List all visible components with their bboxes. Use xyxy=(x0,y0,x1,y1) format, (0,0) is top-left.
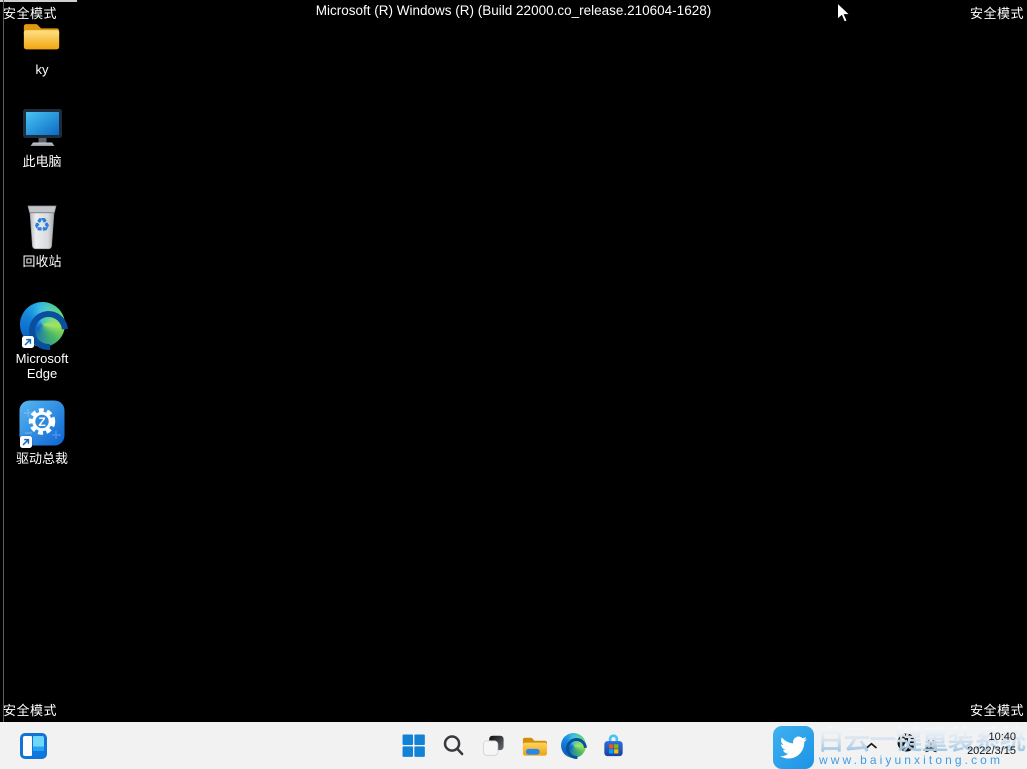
desktop-icon-this-pc[interactable]: 此电脑 xyxy=(0,104,84,169)
this-pc-icon xyxy=(20,104,65,152)
task-view-icon xyxy=(481,733,506,758)
recycle-symbol: ♻ xyxy=(33,215,50,238)
desktop-icon-label: 回收站 xyxy=(22,254,61,269)
microsoft-store-button[interactable] xyxy=(597,727,631,763)
store-icon xyxy=(600,732,627,759)
folder-icon xyxy=(21,12,63,60)
drvceo-icon: Z xyxy=(18,397,66,449)
ime-indicator[interactable]: 英 xyxy=(921,736,941,754)
taskbar-center-icons xyxy=(397,727,631,763)
tray-app-icon xyxy=(897,733,916,752)
widgets-icon xyxy=(20,733,47,759)
mouse-cursor xyxy=(836,2,852,24)
file-explorer-icon xyxy=(520,733,547,758)
windows-build-text: Microsoft (R) Windows (R) (Build 22000.c… xyxy=(0,3,1027,18)
safe-mode-label-bottom-left: 安全模式 xyxy=(3,700,57,719)
desktop: 安全模式 安全模式 安全模式 安全模式 Microsoft (R) Window… xyxy=(0,0,1027,769)
chevron-up-icon xyxy=(865,742,878,750)
tray-date: 2022/3/15 xyxy=(967,745,1016,759)
task-view-button[interactable] xyxy=(477,727,511,763)
shortcut-arrow-icon xyxy=(20,436,32,448)
desktop-icon-label: 驱动总裁 xyxy=(16,451,68,466)
safe-mode-label-bottom-right: 安全模式 xyxy=(970,700,1024,719)
desktop-icon-label: Microsoft Edge xyxy=(4,351,80,381)
widgets-button[interactable] xyxy=(15,728,51,763)
desktop-icon-microsoft-edge[interactable]: Microsoft Edge xyxy=(0,299,84,381)
drvceo-letter: Z xyxy=(38,415,45,429)
search-button[interactable] xyxy=(437,727,471,763)
edge-icon xyxy=(561,733,586,758)
tray-clock[interactable]: 10:40 2022/3/15 xyxy=(967,731,1016,758)
screen-artifact-line-top xyxy=(0,0,77,2)
file-explorer-button[interactable] xyxy=(517,727,551,763)
desktop-icon-label: 此电脑 xyxy=(22,154,61,169)
edge-logo-icon xyxy=(20,299,65,349)
tray-time: 10:40 xyxy=(967,731,1016,745)
tray-show-hidden-icons-button[interactable] xyxy=(860,737,882,755)
edge-taskbar-button[interactable] xyxy=(557,727,591,763)
desktop-icon-ky-folder[interactable]: ky xyxy=(0,12,84,77)
desktop-icon-drvceo[interactable]: Z 驱动总裁 xyxy=(0,397,84,466)
tray-app-icon-button[interactable] xyxy=(896,732,916,752)
recycle-bin-icon: ♻ xyxy=(22,202,62,252)
desktop-icon-recycle-bin[interactable]: ♻ 回收站 xyxy=(0,202,84,269)
taskbar: 英 xyxy=(0,722,1027,769)
safe-mode-label-top-right: 安全模式 xyxy=(970,3,1024,22)
windows-logo-icon xyxy=(401,733,426,758)
start-button[interactable] xyxy=(397,727,431,763)
desktop-icon-label: ky xyxy=(36,62,49,77)
search-icon xyxy=(441,733,466,758)
shortcut-arrow-icon xyxy=(22,336,34,348)
